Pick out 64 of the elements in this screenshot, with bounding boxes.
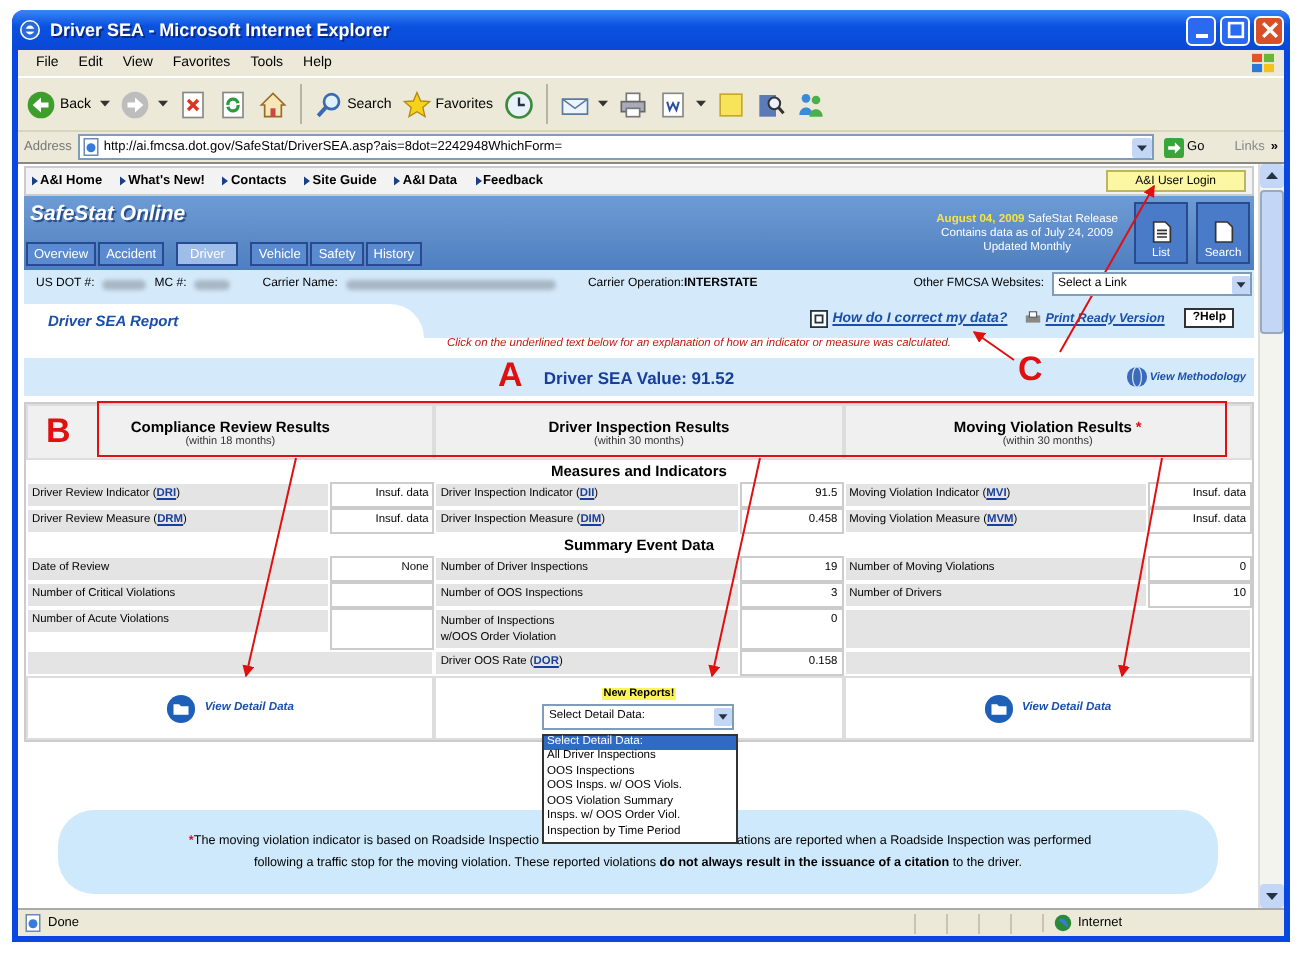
printer-icon bbox=[617, 89, 648, 119]
history-button[interactable] bbox=[501, 89, 536, 119]
page-icon bbox=[24, 914, 42, 932]
window-title: Driver SEA - Microsoft Internet Explorer bbox=[50, 20, 390, 40]
bullet-icon bbox=[32, 176, 38, 186]
globe-icon bbox=[1054, 914, 1072, 932]
printer-icon bbox=[1023, 309, 1042, 327]
home-icon bbox=[257, 89, 288, 119]
value-cell bbox=[330, 582, 435, 608]
forward-icon bbox=[119, 89, 150, 119]
scrollbar[interactable] bbox=[1258, 164, 1284, 908]
annotation-label: B bbox=[46, 412, 71, 450]
windows-logo-icon bbox=[1250, 52, 1276, 74]
caret-icon bbox=[157, 100, 168, 108]
globe-icon bbox=[1125, 366, 1148, 388]
annotation-label: C bbox=[1018, 350, 1043, 388]
bullet-icon bbox=[222, 176, 229, 186]
close-icon bbox=[1257, 18, 1281, 42]
bullet-icon bbox=[304, 176, 311, 186]
search-icon bbox=[313, 89, 344, 119]
browser-icon bbox=[18, 18, 42, 42]
caret-icon bbox=[695, 100, 706, 108]
scroll-down-icon[interactable] bbox=[1260, 884, 1284, 908]
dropdown-icon bbox=[714, 707, 733, 725]
document-icon bbox=[657, 89, 688, 119]
history-icon bbox=[503, 89, 534, 119]
scroll-thumb[interactable] bbox=[1260, 190, 1284, 334]
research-icon bbox=[755, 89, 786, 119]
copy-icon bbox=[810, 309, 829, 327]
folder-icon bbox=[166, 693, 197, 723]
document-icon bbox=[1151, 220, 1171, 244]
home-button[interactable] bbox=[255, 89, 290, 119]
document-icon bbox=[1213, 220, 1233, 244]
print-button[interactable] bbox=[615, 89, 650, 119]
dropdown-icon[interactable] bbox=[1131, 137, 1152, 157]
close-button[interactable] bbox=[1254, 15, 1284, 45]
site-title: SafeStat Online bbox=[28, 202, 188, 226]
caret-icon bbox=[597, 100, 608, 108]
minimize-button[interactable] bbox=[1186, 15, 1216, 45]
star-icon bbox=[401, 89, 432, 119]
minimize-icon bbox=[1195, 34, 1207, 38]
research-button[interactable] bbox=[753, 89, 788, 119]
annotation-arrow bbox=[972, 331, 1015, 361]
redacted-value bbox=[194, 279, 231, 289]
go-arrow-icon bbox=[1163, 137, 1184, 157]
page-icon bbox=[81, 138, 100, 156]
bullet-icon bbox=[394, 176, 401, 186]
maximize-icon bbox=[1223, 18, 1247, 42]
folder-icon bbox=[984, 693, 1015, 723]
maximize-button[interactable] bbox=[1220, 15, 1250, 45]
refresh-icon bbox=[217, 89, 248, 119]
sea-value: Driver SEA Value: 91.52 bbox=[543, 367, 735, 387]
annotation-label: A bbox=[498, 356, 523, 394]
dropdown-icon bbox=[1232, 275, 1250, 293]
value-cell bbox=[330, 608, 435, 650]
note-icon bbox=[715, 89, 746, 119]
redacted-value bbox=[102, 279, 147, 289]
bullet-icon bbox=[475, 176, 482, 186]
caret-icon bbox=[99, 100, 110, 108]
scroll-up-icon[interactable] bbox=[1260, 164, 1284, 188]
stop-icon bbox=[177, 89, 208, 119]
people-icon bbox=[795, 89, 826, 119]
back-icon bbox=[26, 89, 56, 119]
bullet-icon bbox=[120, 176, 127, 186]
